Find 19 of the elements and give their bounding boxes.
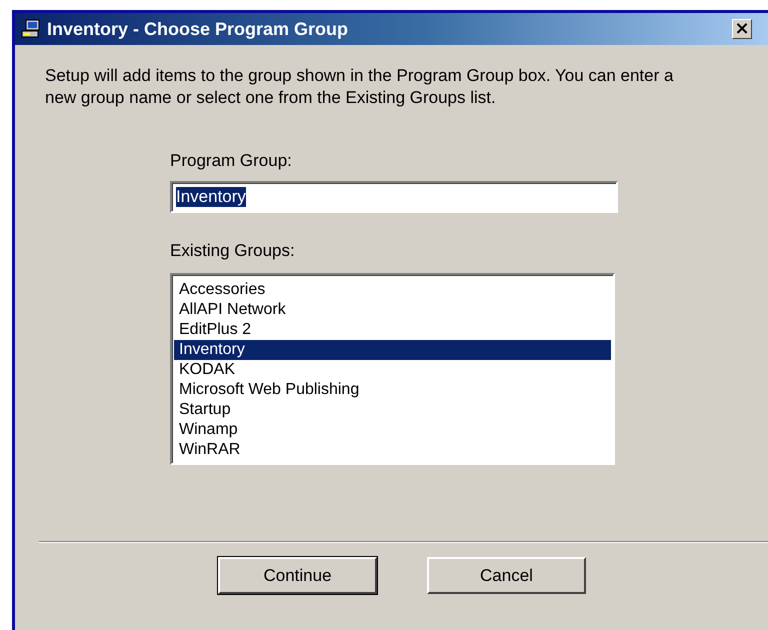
list-item[interactable]: Microsoft Web Publishing [174,380,611,400]
list-item[interactable]: KODAK [174,360,611,380]
list-item[interactable]: AllAPI Network [174,300,611,320]
existing-groups-list[interactable]: Accessories AllAPI Network EditPlus 2 Inventory KODAK Microsoft Web Publishing Startup Winamp WinRAR [170,273,615,465]
list-item[interactable]: WinRAR [174,440,611,460]
dialog-button[interactable]: Continue [218,557,377,594]
list-item[interactable]: EditPlus 2 [174,320,611,340]
instructions-text: Setup will add items to the group shown in the Program Group box. You can enter a new group name or select one from the Existing Groups list. [45,65,674,109]
window-title: Inventory - Choose Program Group [47,18,350,40]
list-item[interactable]: Startup [174,400,611,420]
program-group-field[interactable]: Inventory [170,181,618,213]
program-group-label: Program Group: [170,151,293,171]
list-item[interactable]: Inventory [174,340,611,360]
close-button[interactable]: × [732,19,752,39]
dialog-button[interactable]: Cancel [427,557,586,594]
list-item[interactable]: Winamp [174,420,611,440]
computer-icon [21,19,41,39]
existing-groups-label: Existing Groups: [170,241,296,261]
list-item[interactable]: Accessories [174,280,611,300]
